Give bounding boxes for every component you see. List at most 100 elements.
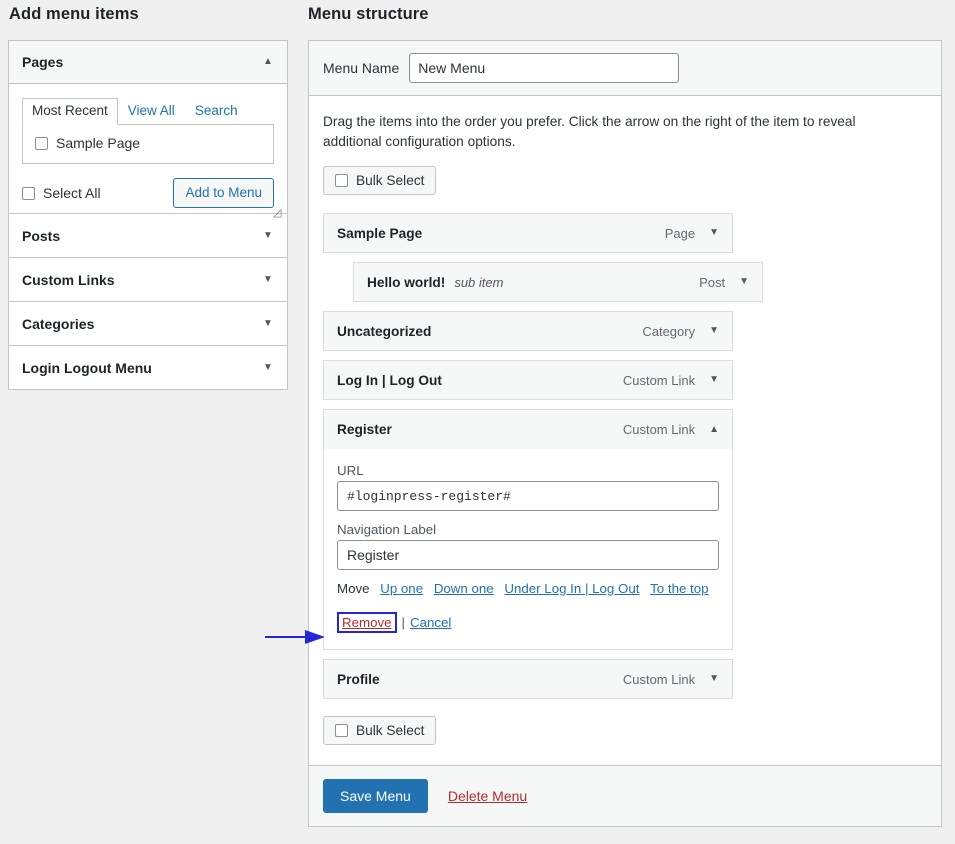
menu-item-type: Post bbox=[699, 274, 726, 290]
remove-link-highlight: Remove bbox=[337, 612, 397, 633]
bulk-select-bottom[interactable]: Bulk Select bbox=[323, 716, 437, 745]
pages-tab-content: Sample Page bbox=[22, 125, 274, 164]
menu-item-profile: Profile Custom Link ▼ bbox=[323, 659, 927, 699]
menu-structure-body: Drag the items into the order you prefer… bbox=[309, 96, 941, 765]
accordion-body-pages: Most Recent View All Search Sample Page … bbox=[9, 84, 287, 219]
delete-menu-link[interactable]: Delete Menu bbox=[448, 788, 527, 804]
accordion-header-login-logout-menu[interactable]: Login Logout Menu ▼ bbox=[9, 346, 287, 389]
menu-item-sample-page: Sample Page Page ▼ bbox=[323, 213, 927, 253]
tab-search[interactable]: Search bbox=[185, 99, 248, 124]
menu-item-title: Profile bbox=[337, 671, 380, 687]
checkbox-select-all[interactable] bbox=[22, 186, 35, 200]
caret-down-icon[interactable]: ▼ bbox=[262, 230, 274, 241]
cancel-link[interactable]: Cancel bbox=[410, 615, 451, 630]
bulk-select-bottom-label: Bulk Select bbox=[356, 723, 425, 738]
menu-item-row[interactable]: Sample Page Page ▼ bbox=[323, 213, 733, 253]
menu-item-type: Category bbox=[642, 323, 696, 339]
move-under-log-in-log-out-link[interactable]: Under Log In | Log Out bbox=[504, 581, 639, 596]
pages-tablist: Most Recent View All Search bbox=[22, 98, 274, 125]
bulk-select-top[interactable]: Bulk Select bbox=[323, 166, 437, 195]
caret-down-icon[interactable]: ▼ bbox=[709, 228, 719, 238]
accordion-panel-login-logout-menu: Login Logout Menu ▼ bbox=[8, 345, 288, 390]
menu-item-type: Custom Link bbox=[622, 422, 696, 437]
menu-item-title: Register bbox=[337, 422, 392, 437]
move-to-the-top-link[interactable]: To the top bbox=[650, 581, 708, 596]
caret-down-icon[interactable]: ▼ bbox=[262, 318, 274, 329]
menu-item-type: Page bbox=[664, 225, 696, 241]
accordion-title-posts: Posts bbox=[22, 227, 61, 244]
tab-view-all[interactable]: View All bbox=[118, 99, 185, 124]
menu-item-title: Hello world! bbox=[367, 274, 446, 290]
url-input[interactable] bbox=[337, 481, 719, 511]
menu-name-input[interactable] bbox=[409, 53, 680, 83]
accordion-panel-categories: Categories ▼ bbox=[8, 301, 288, 345]
menu-item-final-actions: Remove | Cancel bbox=[337, 612, 719, 633]
save-menu-button[interactable]: Save Menu bbox=[323, 779, 428, 813]
caret-up-icon[interactable]: ▲ bbox=[262, 57, 274, 67]
caret-up-icon[interactable]: ▲ bbox=[709, 424, 719, 435]
move-down-one-link[interactable]: Down one bbox=[434, 581, 494, 596]
accordion-header-posts[interactable]: Posts ▼ bbox=[9, 214, 287, 257]
url-label: URL bbox=[337, 463, 364, 478]
remove-link[interactable]: Remove bbox=[342, 615, 392, 630]
menu-item-uncategorized: Uncategorized Category ▼ bbox=[323, 311, 927, 351]
add-menu-items-sidebar: Pages ▲ Most Recent View All Search Samp… bbox=[8, 40, 288, 390]
checkbox-sample-page[interactable] bbox=[35, 136, 48, 150]
menu-structure-panel: Menu Name Drag the items into the order … bbox=[308, 40, 942, 827]
accordion-header-categories[interactable]: Categories ▼ bbox=[9, 302, 287, 345]
caret-down-icon[interactable]: ▼ bbox=[262, 274, 274, 285]
menu-item-type: Custom Link bbox=[622, 671, 696, 687]
accordion-header-custom-links[interactable]: Custom Links ▼ bbox=[9, 258, 287, 301]
menu-item-register: Register Custom Link ▲ URL Navigation La… bbox=[323, 409, 927, 650]
menu-item-title: Log In | Log Out bbox=[337, 372, 442, 388]
caret-down-icon[interactable]: ▼ bbox=[262, 362, 274, 373]
separator: | bbox=[401, 615, 405, 630]
menu-item-sub-label: sub item bbox=[454, 274, 504, 290]
bulk-select-top-label: Bulk Select bbox=[356, 173, 425, 188]
pages-panel-actions: Select All Add to Menu ◿ bbox=[22, 164, 281, 219]
menu-item-log-in-log-out: Log In | Log Out Custom Link ▼ bbox=[323, 360, 927, 400]
navigation-label-input[interactable] bbox=[337, 540, 719, 570]
select-all-row[interactable]: Select All bbox=[22, 185, 101, 201]
add-to-menu-button[interactable]: Add to Menu bbox=[173, 178, 274, 208]
drag-hint-text: Drag the items into the order you prefer… bbox=[323, 114, 856, 149]
bulk-select-bottom-wrap: Bulk Select bbox=[323, 716, 927, 745]
menu-item-title: Uncategorized bbox=[337, 323, 432, 339]
accordion-title-categories: Categories bbox=[22, 315, 95, 332]
caret-down-icon[interactable]: ▼ bbox=[709, 674, 719, 684]
resize-handle-icon[interactable]: ◿ bbox=[273, 207, 285, 219]
accordion-title-custom-links: Custom Links bbox=[22, 271, 115, 288]
menu-item-row[interactable]: Uncategorized Category ▼ bbox=[323, 311, 733, 351]
tab-most-recent[interactable]: Most Recent bbox=[22, 98, 118, 125]
menu-item-row[interactable]: Hello world! sub item Post ▼ bbox=[353, 262, 763, 302]
accordion-header-pages[interactable]: Pages ▲ bbox=[9, 41, 287, 84]
page-title-menu-structure: Menu structure bbox=[308, 5, 429, 23]
menu-name-bar: Menu Name bbox=[309, 41, 941, 96]
menu-item-row[interactable]: Register Custom Link ▲ bbox=[323, 409, 733, 449]
menu-item-hello-world: Hello world! sub item Post ▼ bbox=[353, 262, 793, 302]
accordion-panel-pages: Pages ▲ Most Recent View All Search Samp… bbox=[8, 40, 288, 219]
menu-item-settings-register: URL Navigation Label Move Up one Down on… bbox=[323, 449, 733, 650]
caret-down-icon[interactable]: ▼ bbox=[709, 375, 719, 385]
accordion-title-pages: Pages bbox=[22, 54, 64, 70]
move-up-one-link[interactable]: Up one bbox=[380, 581, 423, 596]
accordion-panel-posts: Posts ▼ bbox=[8, 213, 288, 257]
menu-item-row[interactable]: Profile Custom Link ▼ bbox=[323, 659, 733, 699]
move-label: Move bbox=[337, 581, 370, 596]
caret-down-icon[interactable]: ▼ bbox=[739, 277, 749, 287]
menu-name-label: Menu Name bbox=[323, 60, 400, 76]
menu-item-title: Sample Page bbox=[337, 225, 423, 241]
list-item-label: Sample Page bbox=[56, 135, 141, 151]
checkbox-bulk-select-top[interactable] bbox=[335, 174, 348, 187]
select-all-label: Select All bbox=[43, 185, 101, 201]
menu-item-row[interactable]: Log In | Log Out Custom Link ▼ bbox=[323, 360, 733, 400]
move-row: Move Up one Down one Under Log In | Log … bbox=[337, 581, 719, 596]
list-item[interactable]: Sample Page bbox=[35, 135, 261, 151]
page-title-add-menu-items: Add menu items bbox=[9, 5, 139, 23]
menu-items-list: Sample Page Page ▼ Hello world! sub item… bbox=[323, 213, 927, 699]
accordion-panel-custom-links: Custom Links ▼ bbox=[8, 257, 288, 301]
checkbox-bulk-select-bottom[interactable] bbox=[335, 724, 348, 737]
accordion-title-login-logout-menu: Login Logout Menu bbox=[22, 359, 152, 376]
navigation-label-label: Navigation Label bbox=[337, 522, 437, 537]
caret-down-icon[interactable]: ▼ bbox=[709, 326, 719, 336]
